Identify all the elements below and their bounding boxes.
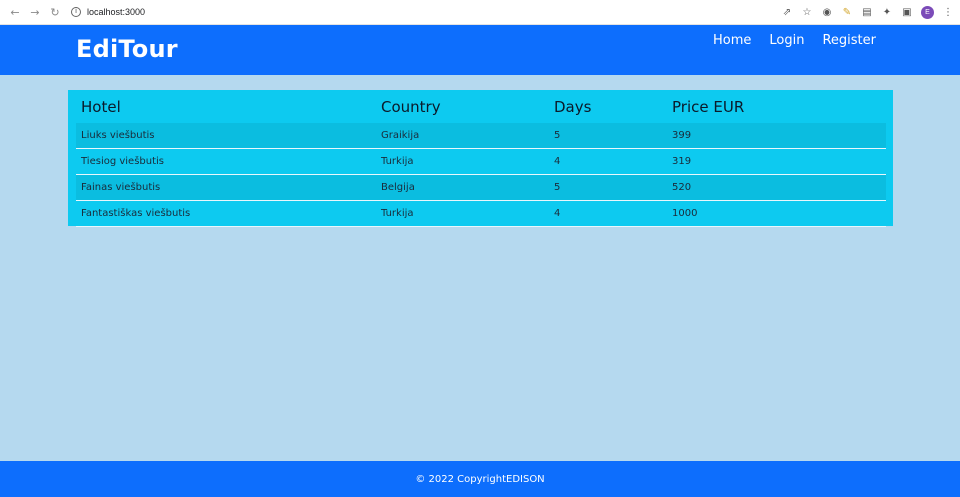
header-hotel: Hotel [81, 97, 121, 116]
cell-country: Graikija [376, 123, 549, 149]
nav-login-link[interactable]: Login [769, 33, 804, 48]
nav-register-link[interactable]: Register [822, 33, 876, 48]
tours-table-container: Hotel Country Days Price EUR Liuks viešb… [68, 90, 893, 227]
copyright-text: © 2022 CopyrightEDISON [415, 473, 545, 485]
cell-country: Turkija [376, 148, 549, 175]
share-icon[interactable]: ⇗ [781, 7, 793, 19]
table-row: Fainas viešbutis Belgija 5 520 [76, 174, 886, 201]
nav-links: Home Login Register [713, 33, 876, 48]
menu-dots-icon[interactable]: ⋮ [942, 7, 954, 19]
brand-logo[interactable]: EdiTour [76, 35, 178, 63]
cell-days: 4 [549, 200, 667, 227]
cell-hotel: Tiesiog viešbutis [76, 148, 376, 175]
side-panel-icon[interactable]: ▣ [901, 7, 913, 19]
cell-price: 520 [667, 174, 886, 201]
top-navbar: EdiTour Home Login Register [0, 25, 960, 75]
tours-table: Hotel Country Days Price EUR Liuks viešb… [76, 90, 886, 227]
extension-c-icon[interactable]: ▤ [861, 7, 873, 19]
cell-price: 319 [667, 148, 886, 175]
cell-price: 1000 [667, 200, 886, 227]
nav-home-link[interactable]: Home [713, 33, 751, 48]
profile-avatar[interactable]: E [921, 6, 934, 19]
star-icon[interactable]: ☆ [801, 7, 813, 19]
browser-actions: ⇗ ☆ ◉ ✎ ▤ ✦ ▣ E ⋮ [781, 0, 954, 25]
address-bar[interactable]: i localhost:3000 [71, 3, 145, 21]
cell-hotel: Liuks viešbutis [76, 123, 376, 149]
table-row: Fantastiškas viešbutis Turkija 4 1000 [76, 200, 886, 227]
cell-country: Turkija [376, 200, 549, 227]
cell-days: 5 [549, 174, 667, 201]
header-country: Country [381, 97, 441, 116]
cell-hotel: Fainas viešbutis [76, 174, 376, 201]
table-row: Liuks viešbutis Graikija 5 399 [76, 123, 886, 149]
cell-hotel: Fantastiškas viešbutis [76, 200, 376, 227]
cell-days: 5 [549, 123, 667, 149]
bug-extension-icon[interactable]: ◉ [821, 7, 833, 19]
header-days: Days [554, 97, 592, 116]
table-row: Tiesiog viešbutis Turkija 4 319 [76, 148, 886, 175]
table-header-row: Hotel Country Days Price EUR [76, 90, 886, 123]
forward-arrow-icon[interactable]: → [27, 4, 43, 20]
header-price: Price EUR [672, 97, 745, 116]
site-info-icon[interactable]: i [71, 7, 81, 17]
page-footer: © 2022 CopyrightEDISON [0, 461, 960, 497]
cell-country: Belgija [376, 174, 549, 201]
cell-price: 399 [667, 123, 886, 149]
back-arrow-icon[interactable]: ← [7, 4, 23, 20]
puzzle-icon[interactable]: ✦ [881, 7, 893, 19]
reload-icon[interactable]: ↻ [47, 4, 63, 20]
cell-days: 4 [549, 148, 667, 175]
browser-toolbar: ← → ↻ i localhost:3000 ⇗ ☆ ◉ ✎ ▤ ✦ ▣ E ⋮ [0, 0, 960, 25]
pencil-extension-icon[interactable]: ✎ [841, 7, 853, 19]
url-text: localhost:3000 [87, 7, 146, 17]
